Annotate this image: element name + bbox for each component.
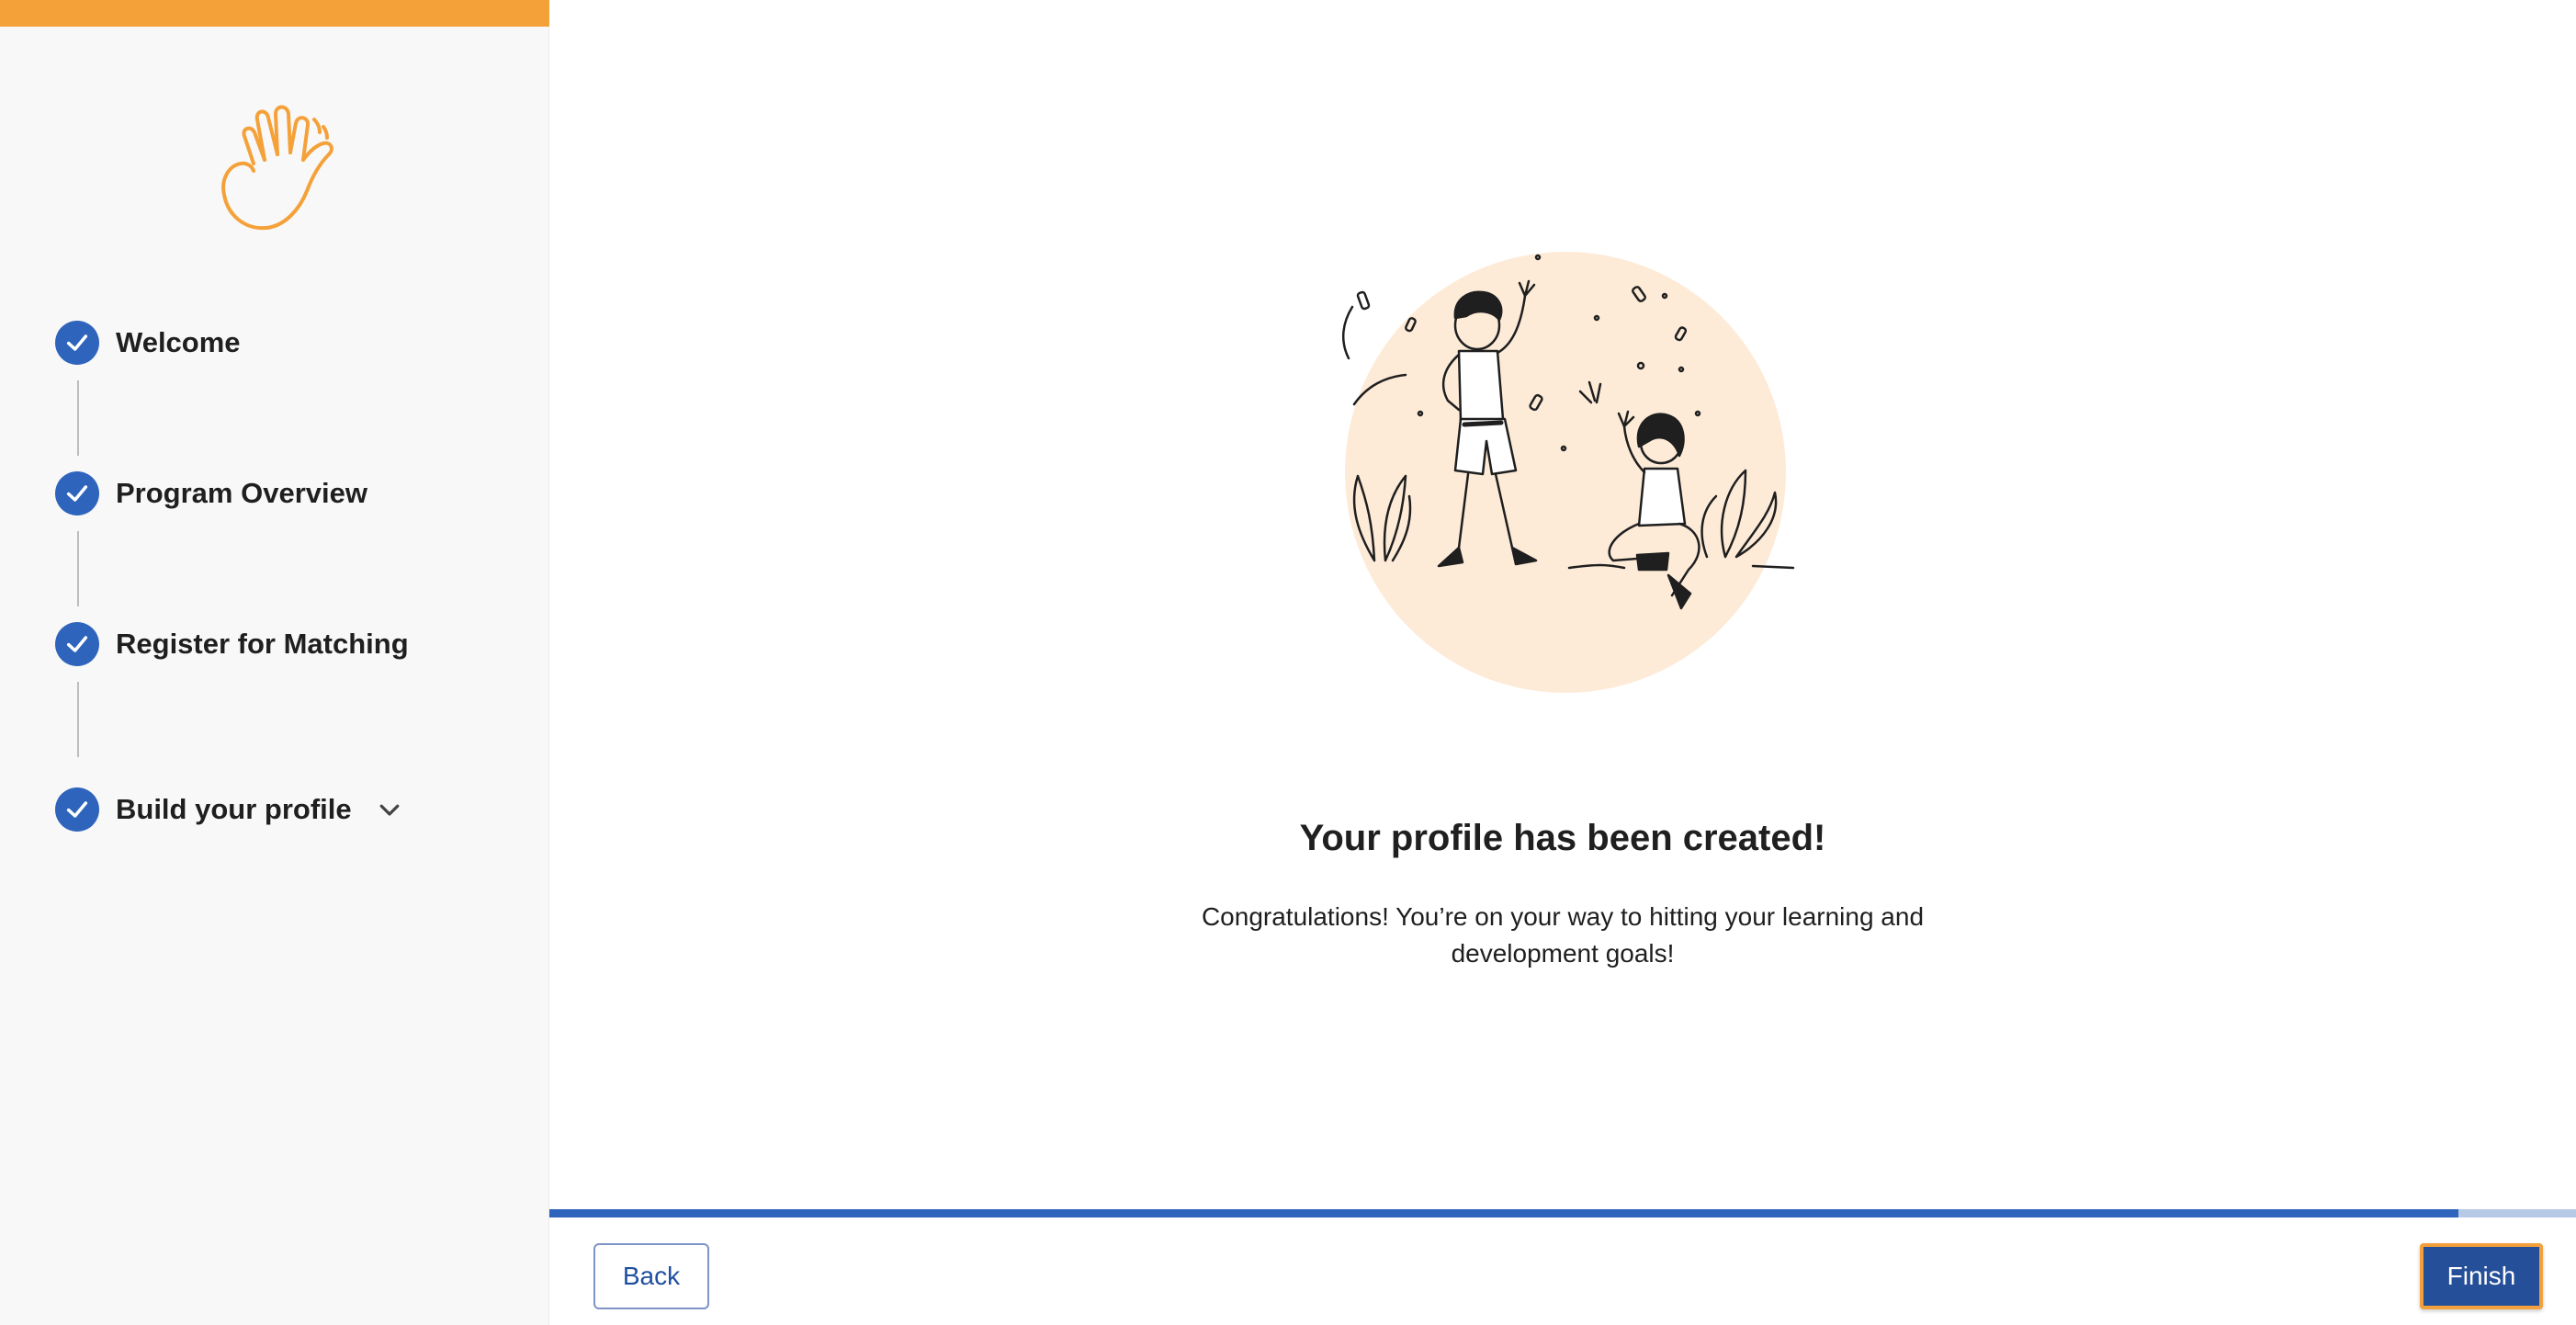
step-program-overview[interactable]: Program Overview [55,470,367,516]
step-register-for-matching[interactable]: Register for Matching [55,621,409,667]
step-label: Program Overview [116,477,367,509]
celebrating-people-illustration [1341,252,1795,693]
progress-bar [549,1209,2576,1217]
check-icon [55,321,99,365]
step-label: Build your profile [116,793,352,825]
step-connector [77,682,79,757]
chevron-down-icon[interactable] [376,796,403,823]
sidebar: Welcome Program Overview Register for Ma… [0,0,549,1325]
check-icon [55,471,99,515]
step-connector [77,380,79,456]
progress-bar-fill [549,1209,2459,1217]
step-connector [77,531,79,606]
main-content: Your profile has been created! Congratul… [549,0,2576,1325]
step-label: Register for Matching [116,628,409,660]
waving-hand-icon [221,105,333,231]
step-label: Welcome [116,326,241,358]
sidebar-accent-bar [0,0,549,27]
finish-button[interactable]: Finish [2420,1243,2543,1309]
check-icon [55,622,99,666]
onboarding-app: Welcome Program Overview Register for Ma… [0,0,2576,1325]
step-build-your-profile[interactable]: Build your profile [55,787,403,832]
page-title: Your profile has been created! [1299,818,1826,858]
congratulations-message: Congratulations! You’re on your way to h… [1201,902,1925,968]
check-icon [55,787,99,832]
back-button[interactable]: Back [593,1243,709,1309]
step-welcome[interactable]: Welcome [55,320,241,366]
